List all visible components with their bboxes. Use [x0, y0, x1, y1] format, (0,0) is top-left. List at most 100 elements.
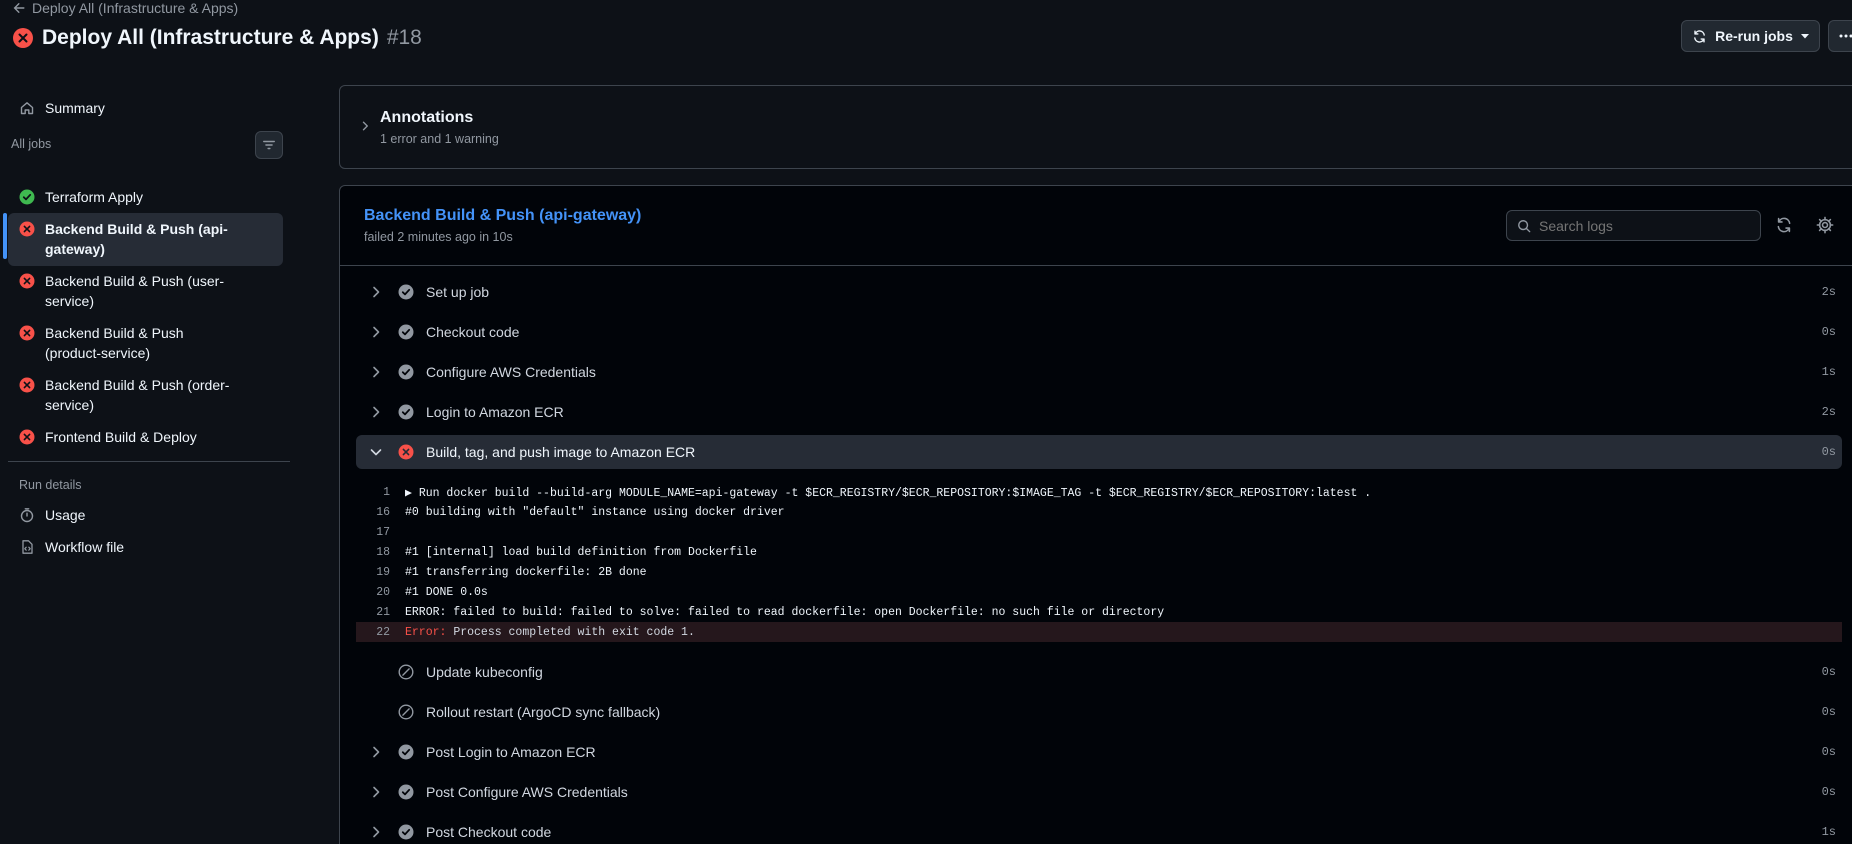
- check-circle-fill-icon: [398, 404, 414, 420]
- sidebar-usage-label: Usage: [45, 507, 86, 523]
- log-line: 17: [356, 522, 1842, 542]
- check-circle-fill-icon: [398, 284, 414, 300]
- sidebar-job-api-gateway[interactable]: Backend Build & Push (api-gateway): [8, 219, 283, 259]
- filter-jobs-button[interactable]: [255, 131, 283, 159]
- check-circle-fill-icon: [398, 364, 414, 380]
- search-logs-box[interactable]: [1506, 210, 1761, 241]
- chevron-right-icon: [373, 326, 380, 338]
- back-link-label: Deploy All (Infrastructure & Apps): [32, 0, 239, 16]
- log-line-text: ▶ Run docker build --build-arg MODULE_NA…: [405, 486, 1372, 500]
- log-line: 19 #1 transferring dockerfile: 2B done: [356, 562, 1842, 582]
- step-post-login-ecr[interactable]: Post Login to Amazon ECR 0s: [356, 735, 1842, 769]
- step-post-checkout[interactable]: Post Checkout code 1s: [356, 815, 1842, 844]
- step-build-tag-push[interactable]: Build, tag, and push image to Amazon ECR…: [356, 435, 1842, 469]
- step-duration: 0s: [1821, 665, 1836, 679]
- refresh-logs-icon[interactable]: [1775, 216, 1793, 234]
- step-duration: 0s: [1821, 325, 1836, 339]
- step-login-ecr[interactable]: Login to Amazon ECR 2s: [356, 395, 1842, 429]
- step-name: Set up job: [426, 284, 490, 300]
- job-meta: failed 2 minutes ago in 10s: [364, 230, 513, 244]
- search-logs-input[interactable]: [1539, 217, 1739, 234]
- log-line-number: 18: [376, 545, 390, 559]
- sidebar-job-frontend-deploy[interactable]: Frontend Build & Deploy: [8, 427, 283, 447]
- check-circle-fill-icon: [19, 189, 35, 205]
- x-circle-fill-icon: [19, 429, 35, 445]
- step-duration: 0s: [1821, 445, 1836, 459]
- chevron-right-icon: [373, 406, 380, 418]
- log-line-number: 19: [376, 565, 390, 579]
- job-title[interactable]: Backend Build & Push (api-gateway): [364, 207, 641, 225]
- stopwatch-icon: [20, 508, 34, 523]
- page-title: Deploy All (Infrastructure & Apps): [42, 26, 379, 49]
- triangle-down-icon: [1800, 34, 1809, 39]
- skip-icon: [398, 704, 414, 720]
- x-circle-fill-icon: [19, 273, 35, 289]
- step-configure-aws[interactable]: Configure AWS Credentials 1s: [356, 355, 1842, 389]
- log-line-text: #1 [internal] load build definition from…: [405, 545, 757, 559]
- error-keyword: Error:: [405, 625, 447, 639]
- home-icon: [20, 102, 34, 115]
- log-line: 18 #1 [internal] load build definition f…: [356, 542, 1842, 562]
- back-link[interactable]: Deploy All (Infrastructure & Apps): [12, 0, 238, 16]
- log-line-text: #0 building with "default" instance usin…: [405, 505, 785, 519]
- step-duration: 0s: [1821, 745, 1836, 759]
- chevron-right-icon: [373, 746, 380, 758]
- sidebar-job-terraform-apply[interactable]: Terraform Apply: [8, 187, 283, 207]
- step-checkout-code[interactable]: Checkout code 0s: [356, 315, 1842, 349]
- sidebar-job-user-service[interactable]: Backend Build & Push (user-service): [8, 271, 283, 311]
- run-title: Deploy All (Infrastructure & Apps) #18: [12, 26, 422, 50]
- log-line: 21 ERROR: failed to build: failed to sol…: [356, 602, 1842, 622]
- step-name: Post Checkout code: [426, 824, 552, 840]
- step-set-up-job[interactable]: Set up job 2s: [356, 275, 1842, 309]
- rerun-jobs-label: Re-run jobs: [1715, 28, 1793, 44]
- check-circle-fill-icon: [398, 324, 414, 340]
- sidebar-usage[interactable]: Usage: [8, 505, 283, 525]
- step-name: Build, tag, and push image to Amazon ECR: [426, 444, 696, 460]
- more-actions-button[interactable]: [1828, 20, 1852, 52]
- log-line: 20 #1 DONE 0.0s: [356, 582, 1842, 602]
- x-circle-fill-icon: [398, 444, 414, 460]
- step-duration: 2s: [1821, 405, 1836, 419]
- step-duration: 2s: [1821, 285, 1836, 299]
- search-icon: [1518, 219, 1531, 232]
- log-line-number: 20: [376, 585, 390, 599]
- step-name: Post Configure AWS Credentials: [426, 784, 628, 800]
- step-update-kubeconfig[interactable]: Update kubeconfig 0s: [356, 655, 1842, 689]
- sidebar-active-indicator: [3, 213, 7, 259]
- sidebar-summary[interactable]: Summary: [8, 98, 283, 118]
- sidebar-job-order-service[interactable]: Backend Build & Push (order-service): [8, 375, 283, 415]
- filter-icon: [263, 140, 275, 150]
- step-name: Configure AWS Credentials: [426, 364, 596, 380]
- sidebar-job-label: Backend Build & Push (api-gateway): [45, 221, 228, 257]
- step-post-configure-aws[interactable]: Post Configure AWS Credentials 0s: [356, 775, 1842, 809]
- log-line-number: 17: [376, 525, 390, 539]
- x-circle-fill-icon: [19, 221, 35, 237]
- chevron-right-icon: [362, 121, 368, 131]
- gear-icon[interactable]: [1816, 216, 1834, 234]
- arrow-left-icon: [13, 3, 25, 13]
- sidebar-job-label: Terraform Apply: [45, 189, 144, 205]
- log-line-text: ERROR: failed to build: failed to solve:…: [405, 605, 1165, 619]
- sidebar-job-label: Backend Build & Push (user-service): [45, 273, 224, 309]
- log-line-number: 22: [376, 625, 390, 639]
- log-line-number: 16: [376, 505, 390, 519]
- chevron-right-icon: [373, 286, 380, 298]
- sidebar-workflow-file[interactable]: Workflow file: [8, 537, 283, 557]
- log-line-text: #1 transferring dockerfile: 2B done: [405, 565, 647, 579]
- rerun-jobs-button[interactable]: Re-run jobs: [1681, 20, 1820, 52]
- annotations-panel[interactable]: [339, 85, 1852, 169]
- log-line: 1 ▶ Run docker build --build-arg MODULE_…: [356, 482, 1842, 502]
- all-jobs-label: All jobs: [11, 137, 52, 151]
- skip-icon: [398, 664, 414, 680]
- sidebar-job-product-service[interactable]: Backend Build & Push (product-service): [8, 323, 283, 363]
- step-duration: 1s: [1821, 365, 1836, 379]
- chevron-right-icon: [373, 366, 380, 378]
- check-circle-fill-icon: [398, 824, 414, 840]
- check-circle-fill-icon: [398, 744, 414, 760]
- step-duration: 0s: [1821, 785, 1836, 799]
- error-text: Process completed with exit code 1.: [446, 625, 695, 639]
- step-rollout-restart[interactable]: Rollout restart (ArgoCD sync fallback) 0…: [356, 695, 1842, 729]
- step-duration: 0s: [1821, 705, 1836, 719]
- chevron-right-icon: [373, 786, 380, 798]
- sidebar-divider: [8, 461, 290, 462]
